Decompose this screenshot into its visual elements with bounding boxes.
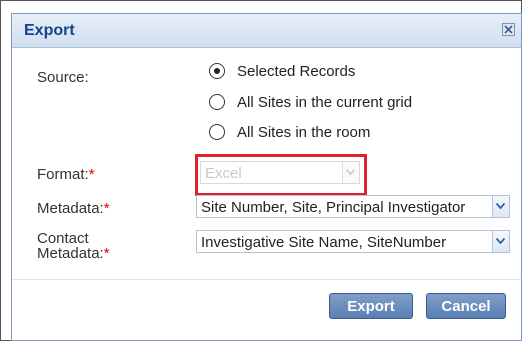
- format-select-value: Excel: [205, 165, 242, 182]
- contact-label-line2: Metadata:: [37, 245, 104, 262]
- radio-all-sites-room-button[interactable]: [209, 124, 225, 140]
- radio-all-sites-grid-label: All Sites in the current grid: [237, 93, 413, 111]
- cancel-button[interactable]: Cancel: [426, 293, 506, 319]
- source-label: Source:: [37, 69, 89, 86]
- radio-selected-records-label: Selected Records: [237, 62, 356, 80]
- contact-metadata-label: Metadata:*: [37, 245, 110, 262]
- format-required-marker: *: [88, 166, 95, 183]
- dialog-titlebar: Export: [12, 14, 521, 48]
- dialog-title: Export: [24, 22, 75, 39]
- chevron-down-icon: [496, 238, 505, 244]
- radio-all-sites-room[interactable]: All Sites in the room: [209, 122, 370, 142]
- metadata-dropdown-button[interactable]: [492, 196, 509, 217]
- footer-divider: [12, 279, 521, 280]
- metadata-select[interactable]: Site Number, Site, Principal Investigato…: [196, 195, 510, 218]
- chevron-down-icon: [496, 203, 505, 209]
- chevron-down-icon: [346, 169, 355, 175]
- metadata-select-value: Site Number, Site, Principal Investigato…: [201, 199, 466, 216]
- radio-all-sites-grid[interactable]: All Sites in the current grid: [209, 92, 412, 112]
- contact-metadata-select[interactable]: Investigative Site Name, SiteNumber: [196, 230, 510, 253]
- metadata-required-marker: *: [103, 200, 110, 217]
- close-icon[interactable]: [502, 23, 515, 36]
- metadata-label: Metadata:*: [37, 200, 110, 217]
- contact-metadata-select-value: Investigative Site Name, SiteNumber: [201, 234, 447, 251]
- format-label: Format:*: [37, 166, 95, 183]
- radio-selected-records-button[interactable]: [209, 63, 225, 79]
- radio-selected-records[interactable]: Selected Records: [209, 61, 355, 81]
- radio-all-sites-grid-button[interactable]: [209, 94, 225, 110]
- metadata-label-text: Metadata:: [37, 200, 104, 217]
- contact-required-marker: *: [103, 245, 110, 262]
- format-label-text: Format:: [37, 166, 89, 183]
- radio-all-sites-room-label: All Sites in the room: [237, 123, 371, 141]
- format-select[interactable]: Excel: [200, 161, 360, 184]
- export-button[interactable]: Export: [329, 293, 413, 319]
- contact-metadata-dropdown-button[interactable]: [492, 231, 509, 252]
- format-dropdown-button[interactable]: [342, 162, 359, 183]
- export-dialog: Export Source: Selected Records All Site…: [11, 13, 522, 341]
